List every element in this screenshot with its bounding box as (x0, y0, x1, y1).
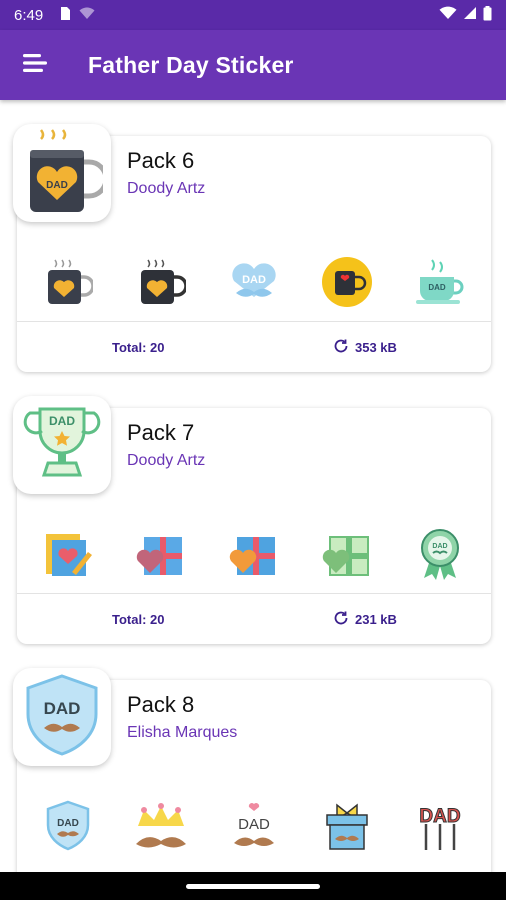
pack-tray-image: DAD (13, 124, 111, 222)
sticker-preview-row: DAD DAD DAD (17, 790, 491, 862)
svg-text:DAD: DAD (429, 283, 447, 292)
svg-text:DAD: DAD (49, 414, 75, 428)
pack-author: Doody Artz (127, 452, 206, 469)
svg-text:DAD: DAD (46, 180, 68, 191)
svg-text:DAD: DAD (57, 818, 79, 829)
gift-heart-icon (225, 525, 283, 583)
svg-text:DAD: DAD (242, 274, 266, 286)
signal-icon (463, 6, 477, 24)
dad-shield-icon: DAD (39, 797, 97, 855)
hamburger-icon (22, 53, 48, 78)
pack-author: Doody Artz (127, 180, 206, 197)
wifi-off-icon (79, 6, 95, 24)
svg-text:DAD: DAD (433, 543, 448, 550)
svg-text:DAD: DAD (420, 806, 461, 827)
sticker-pack-list[interactable]: DAD Pack 6 Doody Artz DAD DAD Total: 20 … (0, 100, 506, 872)
battery-icon (483, 5, 492, 25)
pack-tray-image: DAD (13, 668, 111, 766)
pack-author: Elisha Marques (127, 724, 238, 741)
sticker-pack-card[interactable]: DAD Pack 6 Doody Artz DAD DAD Total: 20 … (13, 124, 491, 372)
pack-tray-image: DAD (13, 396, 111, 494)
pack-size-group: 353 kB (333, 338, 397, 357)
pack-size: 231 kB (355, 611, 397, 627)
gift-mustache-icon (318, 797, 376, 855)
sticker-pack-card[interactable]: DAD Pack 8 Elisha Marques DAD DAD DAD (13, 668, 491, 872)
pack-footer: Total: 20 353 kB (17, 322, 491, 372)
dad-medal-icon: DAD (411, 525, 469, 583)
dad-teacup-icon: DAD (411, 253, 469, 311)
pack-name: Pack 8 (127, 692, 195, 717)
svg-text:DAD: DAD (238, 816, 270, 833)
gift-heart-icon (318, 525, 376, 583)
wifi-icon (439, 6, 457, 24)
dad-mug-badge-icon (318, 253, 376, 311)
refresh-icon (333, 338, 349, 357)
status-bar: 6:49 (0, 0, 506, 30)
pack-total: Total: 20 (112, 339, 165, 355)
dad-mustache-icon: DAD (225, 253, 283, 311)
sim-card-icon (59, 6, 71, 25)
dad-mug-icon: DAD (21, 126, 109, 221)
dad-shield-icon: DAD (22, 672, 102, 763)
app-title: Father Day Sticker (88, 51, 294, 78)
pack-name: Pack 6 (127, 148, 195, 173)
sticker-preview-row: DAD (17, 518, 491, 590)
home-gesture-handle[interactable] (186, 883, 320, 889)
app-bar: Father Day Sticker (0, 30, 506, 100)
pack-size: 353 kB (355, 339, 397, 355)
dad-mug-icon (39, 253, 97, 311)
pack-total: Total: 20 (112, 611, 165, 627)
dad-balloons-icon: DAD (411, 797, 469, 855)
dad-mustache-heart-icon: DAD (225, 797, 283, 855)
navigation-bar (0, 872, 506, 900)
crown-mustache-icon (132, 797, 190, 855)
refresh-icon (333, 610, 349, 629)
pack-name: Pack 7 (127, 420, 195, 445)
dad-mug-icon (132, 253, 190, 311)
dad-card-icon (39, 525, 97, 583)
menu-button[interactable] (0, 30, 70, 100)
sticker-pack-card[interactable]: DAD Pack 7 Doody Artz DAD Total: 20 231 … (13, 396, 491, 644)
status-time: 6:49 (14, 6, 44, 24)
pack-size-group: 231 kB (333, 610, 397, 629)
sticker-preview-row: DAD DAD (17, 246, 491, 318)
gift-heart-icon (132, 525, 190, 583)
svg-text:DAD: DAD (44, 699, 81, 718)
pack-footer: Total: 20 231 kB (17, 594, 491, 644)
dad-trophy-icon: DAD (20, 401, 104, 490)
